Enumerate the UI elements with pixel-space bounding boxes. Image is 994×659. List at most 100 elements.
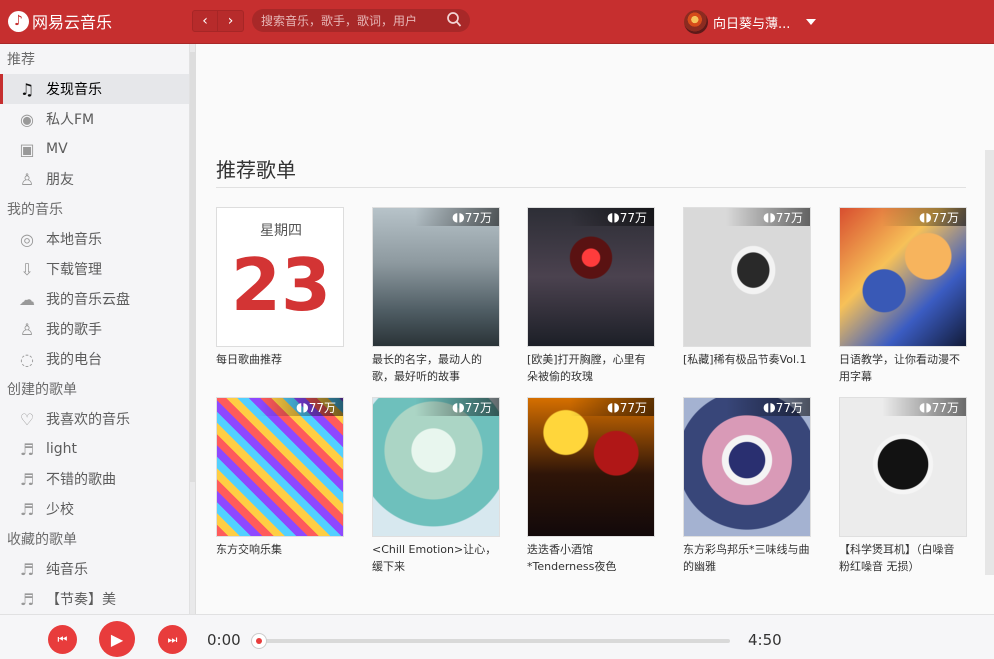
sidebar-item-my-radio[interactable]: ◌ 我的电台 — [0, 344, 189, 374]
play-count: 77万 — [931, 210, 959, 225]
playlist-cover[interactable]: ◖◗ 77万 — [372, 397, 500, 537]
netease-music-logo-icon: ♪ — [8, 10, 29, 32]
play-button[interactable]: ▶ — [99, 621, 135, 657]
username[interactable]: 向日葵与薄... — [713, 13, 790, 32]
chevron-down-icon[interactable] — [806, 19, 817, 25]
previous-button[interactable]: ⏮ — [48, 625, 77, 654]
app-name: 网易云音乐 — [32, 13, 113, 32]
section-divider — [216, 187, 966, 188]
playlist-title[interactable]: 日语教学，让你看动漫不用字幕 — [839, 351, 967, 385]
sidebar-section-created-playlists: 创建的歌单 — [7, 382, 77, 398]
daily-date-card[interactable]: 星期四 23 — [216, 207, 344, 347]
search-icon[interactable] — [446, 11, 462, 29]
next-button[interactable]: ⏭ — [158, 625, 187, 654]
weekday-label: 星期四 — [260, 223, 302, 239]
app-logo[interactable]: ♪ 网易云音乐 — [8, 9, 112, 33]
main-scrollbar[interactable] — [985, 150, 994, 575]
day-number: 23 — [230, 243, 332, 327]
sidebar-item-label: 【节奏】美 — [46, 592, 116, 608]
sidebar-section-recommend: 推荐 — [7, 52, 35, 68]
sidebar-item-label: 我的音乐云盘 — [46, 292, 130, 308]
top-bar: ♪ 网易云音乐 ‹ › 向日葵与薄... — [0, 0, 994, 44]
sidebar-item-local-music[interactable]: ◎ 本地音乐 — [0, 224, 189, 254]
playlist-card[interactable]: ◖◗ 77万 迭迭香小酒馆*Tenderness夜色 — [527, 397, 655, 575]
progress-slider[interactable] — [251, 633, 730, 649]
playlist-card[interactable]: ◖◗ 77万 东方彩鸟邦乐*三味线与曲的幽雅 — [683, 397, 811, 575]
total-time: 4:50 — [748, 631, 782, 649]
user-menu[interactable]: 向日葵与薄... — [684, 10, 817, 34]
playlist-cover[interactable]: ◖◗ 77万 — [683, 397, 811, 537]
playlist-icon: ♬ — [19, 559, 35, 579]
sidebar-item-label: 少校 — [46, 502, 74, 518]
sidebar-item-discover-music[interactable]: ♫ 发现音乐 — [0, 74, 189, 104]
play-count-badge: ◖◗ 77万 — [726, 398, 810, 416]
playlist-card[interactable]: ◖◗ 77万 <Chill Emotion>让心，缓下来 — [372, 397, 500, 575]
play-count: 77万 — [464, 210, 492, 225]
download-icon: ⇩ — [20, 259, 34, 279]
search-box — [252, 9, 470, 32]
headphones-icon: ◖◗ — [452, 400, 465, 414]
playlist-title[interactable]: [私藏]稀有极品节奏Vol.1 — [683, 351, 811, 385]
playlist-card[interactable]: ◖◗ 77万 东方交响乐集 — [216, 397, 344, 575]
sidebar-item-light[interactable]: ♬ light — [0, 434, 189, 464]
sidebar-item-mv[interactable]: ▣ MV — [0, 134, 189, 164]
previous-track-icon: ⏮ — [57, 632, 68, 646]
headphones-icon: ◖◗ — [607, 210, 620, 224]
heart-icon: ♡ — [19, 409, 35, 429]
sidebar-item-friends[interactable]: ♙ 朋友 — [0, 164, 189, 194]
playlist-cover[interactable]: ◖◗ 77万 — [527, 397, 655, 537]
sidebar-item-download-management[interactable]: ⇩ 下载管理 — [0, 254, 189, 284]
sidebar-item-private-fm[interactable]: ◉ 私人FM — [0, 104, 189, 134]
sidebar-item-rhythm[interactable]: ♬ 【节奏】美 — [0, 584, 189, 614]
sidebar-item-my-singers[interactable]: ♙ 我的歌手 — [0, 314, 189, 344]
play-count-badge: ◖◗ 77万 — [415, 398, 499, 416]
chevron-left-icon: ‹ — [202, 13, 208, 29]
sidebar-item-shaoxiao[interactable]: ♬ 少校 — [0, 494, 189, 524]
sidebar-section-collected-playlists: 收藏的歌单 — [7, 532, 77, 548]
sidebar-item-liked-music[interactable]: ♡ 我喜欢的音乐 — [0, 404, 189, 434]
playlist-card[interactable]: ◖◗ 77万 最长的名字，最动人的歌，最好听的故事 — [372, 207, 500, 385]
sidebar-item-music-cloud[interactable]: ☁ 我的音乐云盘 — [0, 284, 189, 314]
play-count-badge: ◖◗ 77万 — [882, 208, 966, 226]
forward-button[interactable]: › — [218, 10, 244, 32]
play-count-badge: ◖◗ 77万 — [570, 208, 654, 226]
friend-icon: ♙ — [19, 169, 35, 189]
video-icon: ▣ — [19, 139, 35, 159]
playlist-card[interactable]: ◖◗ 77万 日语教学，让你看动漫不用字幕 — [839, 207, 967, 385]
player-bar: ⏮ ▶ ⏭ 0:00 4:50 — [0, 614, 994, 659]
headphones-icon: ◖◗ — [296, 400, 309, 414]
playlist-card[interactable]: ◖◗ 77万 [私藏]稀有极品节奏Vol.1 — [683, 207, 811, 385]
playlist-title[interactable]: [欧美]打开胸膛，心里有朵被偷的玫瑰 — [527, 351, 655, 385]
progress-knob[interactable] — [251, 633, 267, 649]
playlist-cover[interactable]: ◖◗ 77万 — [683, 207, 811, 347]
sidebar-item-label: 私人FM — [46, 112, 95, 128]
sidebar-item-pure-music[interactable]: ♬ 纯音乐 — [0, 554, 189, 584]
playlist-title[interactable]: 每日歌曲推荐 — [216, 351, 344, 385]
playlist-card[interactable]: ◖◗ 77万 【科学煲耳机】（白噪音 粉红噪音 无损） — [839, 397, 967, 575]
playlist-cover[interactable]: ◖◗ 77万 — [216, 397, 344, 537]
play-count-badge: ◖◗ 77万 — [726, 208, 810, 226]
playlist-title[interactable]: <Chill Emotion>让心，缓下来 — [372, 541, 500, 575]
playlist-cover[interactable]: ◖◗ 77万 — [839, 397, 967, 537]
playlist-title[interactable]: 东方彩鸟邦乐*三味线与曲的幽雅 — [683, 541, 811, 575]
podcast-icon: ◌ — [20, 349, 34, 369]
headphones-icon: ◖◗ — [919, 210, 932, 224]
sidebar-item-good-songs[interactable]: ♬ 不错的歌曲 — [0, 464, 189, 494]
sidebar-item-label: 我喜欢的音乐 — [46, 412, 130, 428]
playlist-title[interactable]: 【科学煲耳机】（白噪音 粉红噪音 无损） — [839, 541, 967, 575]
daily-recommendation-card[interactable]: 星期四 23 每日歌曲推荐 — [216, 207, 344, 385]
playlist-cover[interactable]: ◖◗ 77万 — [839, 207, 967, 347]
playlist-cover[interactable]: ◖◗ 77万 — [527, 207, 655, 347]
search-input[interactable] — [261, 10, 441, 31]
playlist-title[interactable]: 最长的名字，最动人的歌，最好听的故事 — [372, 351, 500, 385]
back-button[interactable]: ‹ — [192, 10, 218, 32]
playlist-card[interactable]: ◖◗ 77万 [欧美]打开胸膛，心里有朵被偷的玫瑰 — [527, 207, 655, 385]
avatar[interactable] — [684, 10, 708, 34]
playlist-cover[interactable]: ◖◗ 77万 — [372, 207, 500, 347]
sidebar-item-label: 不错的歌曲 — [46, 472, 116, 488]
playlist-title[interactable]: 东方交响乐集 — [216, 541, 344, 575]
play-count: 77万 — [775, 400, 803, 415]
play-count-badge: ◖◗ 77万 — [415, 208, 499, 226]
playlist-icon: ♬ — [19, 439, 35, 459]
playlist-title[interactable]: 迭迭香小酒馆*Tenderness夜色 — [527, 541, 655, 575]
